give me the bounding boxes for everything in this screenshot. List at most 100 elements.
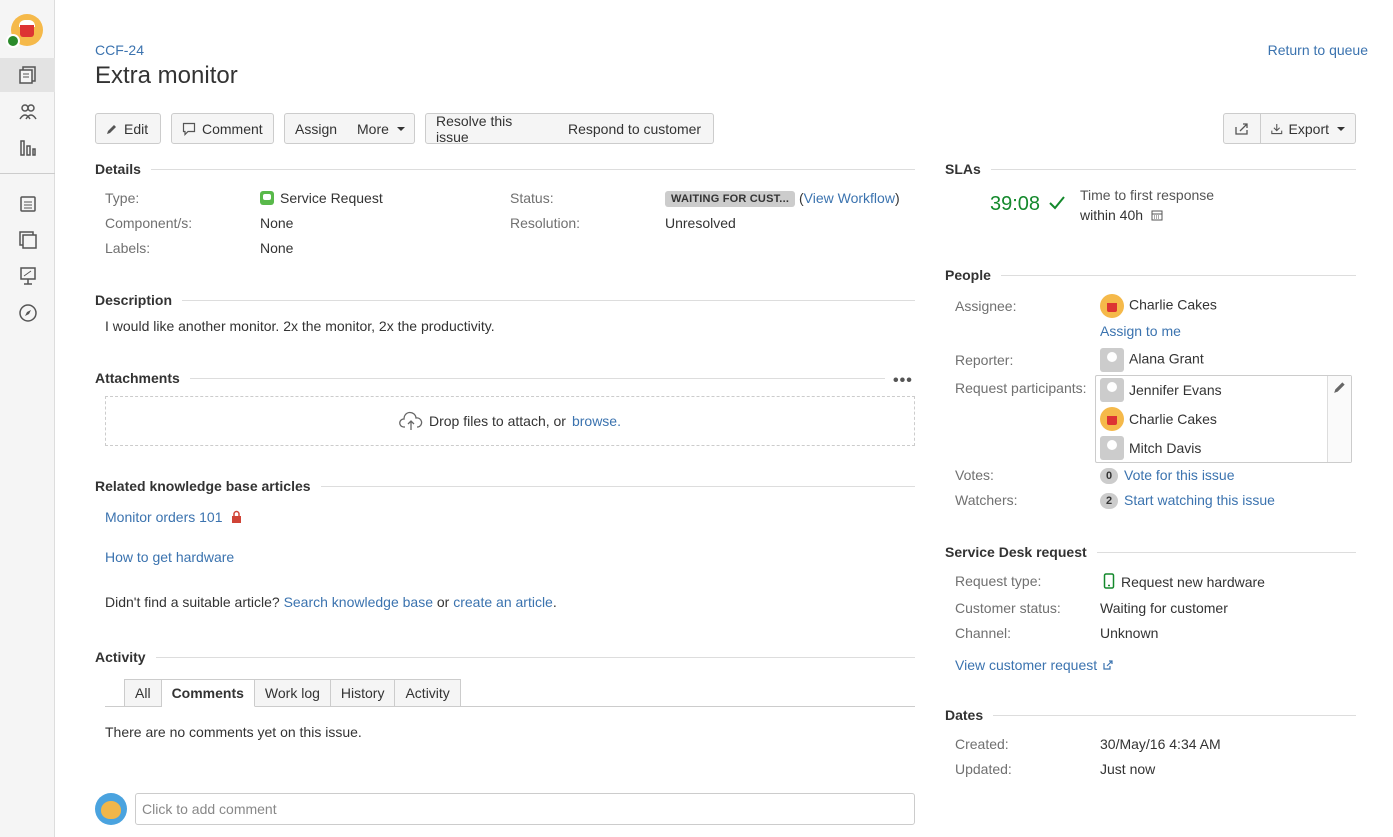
issues-icon[interactable] [0,187,55,221]
presentation-icon[interactable] [0,259,55,293]
votes-value: 0 Vote for this issue [1100,467,1235,484]
service-request-icon [260,191,274,205]
resolution-value: Unresolved [665,215,736,231]
issue-key-link[interactable]: CCF-24 [95,42,144,58]
edit-button[interactable]: Edit [95,113,161,144]
status-value: WAITING FOR CUST... (View Workflow) [665,190,900,207]
participant-name: Mitch Davis [1129,440,1202,456]
share-button[interactable] [1223,113,1261,144]
queues-icon[interactable] [0,58,55,92]
create-article-link[interactable]: create an article [453,594,553,610]
kb-article-item: Monitor orders 101 [105,509,242,525]
avatar [1100,348,1124,372]
check-icon [1049,196,1065,210]
add-comment-input[interactable] [135,793,915,825]
status-label: Status: [510,190,554,206]
kb-or-text: or [436,594,450,610]
lock-icon [232,510,242,523]
kb-heading-text: Related knowledge base articles [95,478,311,494]
tab-activity[interactable]: Activity [395,679,461,707]
status-badge: WAITING FOR CUST... [665,191,796,207]
chevron-down-icon [1337,126,1345,131]
updated-value: Just now [1100,761,1156,777]
export-button[interactable]: Export [1261,113,1356,144]
issue-title: Extra monitor [95,62,238,89]
labels-value: None [260,240,294,256]
edit-button-label: Edit [124,120,149,137]
dates-heading-text: Dates [945,707,984,723]
kb-article-link[interactable]: Monitor orders 101 [105,509,223,525]
description-heading-text: Description [95,292,173,308]
votes-count: 0 [1100,468,1118,484]
pages-icon[interactable] [0,223,55,257]
view-customer-request-link[interactable]: View customer request [955,657,1097,673]
kb-heading: Related knowledge base articles [95,478,915,494]
comment-button[interactable]: Comment [171,113,274,144]
more-button[interactable]: More [347,113,415,144]
compass-icon[interactable] [0,296,55,330]
details-heading-text: Details [95,161,141,177]
activity-heading: Activity [95,649,915,665]
channel-value: Unknown [1100,625,1159,641]
reporter-value[interactable]: Alana Grant [1100,348,1204,372]
sidebar [0,0,55,837]
assignee-value[interactable]: Charlie Cakes [1100,294,1217,318]
assign-button[interactable]: Assign [284,113,348,144]
respond-to-customer-button[interactable]: Respond to customer [558,113,714,144]
updated-label: Updated: [955,761,1012,777]
assignee-label: Assignee: [955,298,1017,314]
customers-icon[interactable] [0,95,55,129]
type-value: Service Request [260,190,383,206]
download-icon [1271,123,1283,134]
description-text: I would like another monitor. 2x the mon… [105,318,495,334]
assign-to-me-link[interactable]: Assign to me [1100,323,1181,339]
created-label: Created: [955,736,1009,752]
respond-button-label: Respond to customer [568,120,702,137]
avatar [1100,294,1124,318]
request-type-label: Request type: [955,573,1042,589]
browse-link[interactable]: browse. [572,413,621,429]
return-to-queue-link[interactable]: Return to queue [1268,42,1368,58]
customer-status-label: Customer status: [955,600,1061,616]
no-comments-text: There are no comments yet on this issue. [105,724,362,740]
participant-name: Charlie Cakes [1129,411,1217,427]
sidebar-divider [0,173,55,174]
edit-participants-area[interactable] [1327,376,1351,462]
slas-heading-text: SLAs [945,161,981,177]
tab-history[interactable]: History [330,679,396,707]
resolve-issue-button[interactable]: Resolve this issue [425,113,559,145]
dropzone-text: Drop files to attach, or [429,413,566,429]
attachment-dropzone[interactable]: Drop files to attach, or browse. [105,396,915,446]
pencil-icon[interactable] [1333,380,1347,394]
activity-heading-text: Activity [95,649,146,665]
created-value: 30/May/16 4:34 AM [1100,736,1221,752]
vote-link[interactable]: Vote for this issue [1124,467,1235,483]
service-desk-heading-text: Service Desk request [945,544,1087,560]
view-workflow-link[interactable]: View Workflow [804,190,895,206]
reports-icon[interactable] [0,131,55,165]
customer-status-value: Waiting for customer [1100,600,1228,616]
avatar [1100,436,1124,460]
comment-button-label: Comment [202,120,263,137]
labels-label: Labels: [105,240,151,256]
attachments-heading: Attachments [95,370,885,386]
participants-list[interactable]: Jennifer Evans Charlie Cakes Mitch Davis [1095,375,1352,463]
avatar [1100,407,1124,431]
view-customer-request[interactable]: View customer request [955,657,1113,673]
tab-all[interactable]: All [124,679,162,707]
watch-link[interactable]: Start watching this issue [1124,492,1275,508]
more-options-icon[interactable]: ••• [893,372,913,390]
sla-within-text: within 40h [1080,207,1144,223]
tab-work-log[interactable]: Work log [254,679,331,707]
request-type-text: Request new hardware [1121,574,1265,590]
votes-label: Votes: [955,467,994,483]
assign-button-label: Assign [295,120,338,137]
pencil-icon [107,124,116,134]
tab-comments[interactable]: Comments [161,679,255,707]
project-avatar-icon[interactable] [6,14,43,48]
resolution-label: Resolution: [510,215,581,231]
search-kb-link[interactable]: Search knowledge base [284,594,433,610]
service-desk-heading: Service Desk request [945,544,1356,560]
participants-label: Request participants: [955,380,1087,396]
kb-article-link[interactable]: How to get hardware [105,549,234,565]
